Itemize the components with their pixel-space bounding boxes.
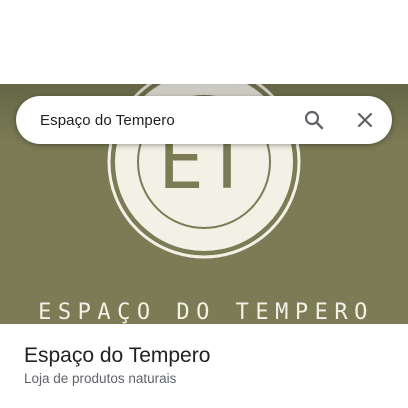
place-title: Espaço do Tempero <box>24 344 211 367</box>
logo-caption: ESPAÇO DO TEMPERO <box>38 300 374 325</box>
place-category: Loja de produtos naturais <box>24 371 177 386</box>
map-place-view: ET ESPAÇO DO TEMPERO Espaço do Tempero E… <box>0 0 408 408</box>
search-button[interactable] <box>294 100 334 140</box>
close-icon <box>357 112 373 128</box>
place-info-panel[interactable]: Espaço do Tempero Loja de produtos natur… <box>0 324 408 408</box>
search-input[interactable]: Espaço do Tempero <box>40 112 294 129</box>
search-bar[interactable]: Espaço do Tempero <box>16 96 392 144</box>
search-icon <box>304 110 324 130</box>
clear-button[interactable] <box>345 100 385 140</box>
